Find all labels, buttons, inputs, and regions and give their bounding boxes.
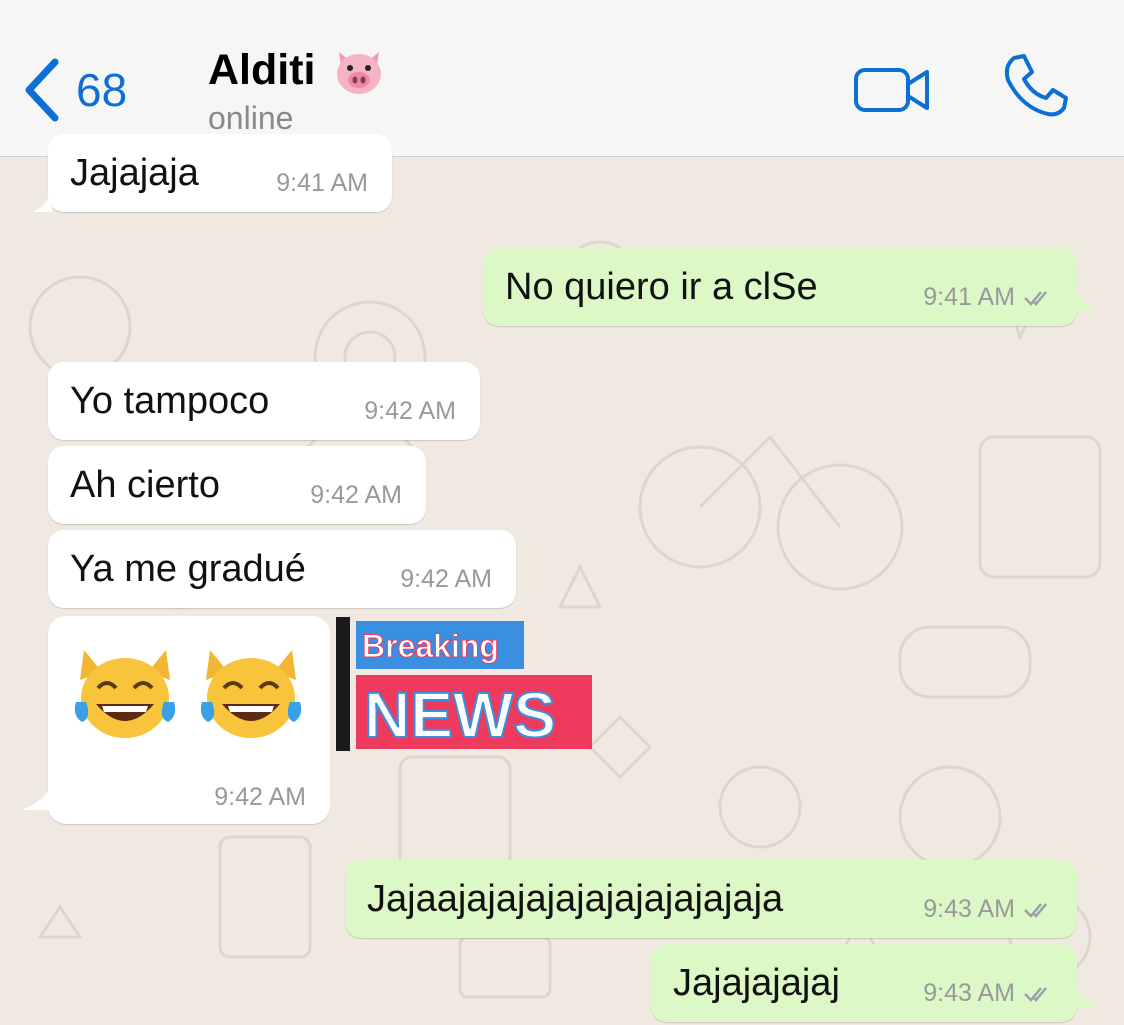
message-time: 9:43 AM	[923, 895, 1015, 923]
bubble-tail	[1075, 288, 1099, 312]
message-text: Yo tampoco	[70, 379, 270, 422]
double-check-icon	[1024, 290, 1047, 306]
message-text: Ah cierto	[70, 463, 220, 506]
sticker-line1: Breaking	[362, 628, 499, 664]
pig-face-icon	[337, 52, 382, 94]
message-text: Jajajaja	[70, 151, 199, 194]
message-time-block: 9:43 AM	[923, 979, 1053, 1008]
video-call-button[interactable]	[853, 66, 931, 119]
message-outgoing[interactable]: Jajajajajaj 9:43 AM	[651, 944, 1099, 1022]
phone-icon	[1004, 54, 1068, 117]
message-incoming[interactable]: Ah cierto 9:42 AM	[48, 446, 426, 524]
contact-status: online	[208, 100, 294, 136]
sticker-line2: NEWS	[364, 679, 556, 751]
message-incoming[interactable]: Ya me gradué 9:42 AM	[48, 530, 516, 608]
bubble-tail	[1075, 984, 1099, 1008]
chevron-left-icon	[25, 58, 59, 122]
bubble-tail	[22, 786, 52, 810]
message-time: 9:42 AM	[364, 397, 456, 425]
message-time: 9:42 AM	[214, 783, 306, 811]
message-time-block: 9:41 AM	[923, 283, 1053, 312]
double-check-icon	[1024, 986, 1047, 1002]
contact-name: Alditi	[208, 45, 316, 94]
message-outgoing[interactable]: Jajaajajajajajajajajajajaja 9:43 AM	[345, 860, 1077, 938]
message-time: 9:42 AM	[400, 565, 492, 593]
breaking-news-sticker[interactable]: Breaking NEWS	[336, 617, 596, 756]
message-text: Jajajajajaj	[673, 961, 840, 1004]
voice-call-button[interactable]	[1000, 52, 1070, 123]
back-button[interactable]: 68	[22, 58, 127, 122]
message-time: 9:41 AM	[276, 169, 368, 197]
breaking-news-graphic: Breaking NEWS	[336, 617, 592, 752]
message-time: 9:41 AM	[923, 283, 1015, 311]
cat-tears-of-joy-icon	[74, 650, 176, 738]
video-camera-icon	[854, 68, 929, 112]
double-check-icon	[1024, 902, 1047, 918]
message-incoming-emoji[interactable]: 9:42 AM	[22, 616, 330, 824]
message-time-block: 9:43 AM	[923, 895, 1053, 924]
message-text: Jajaajajajajajajajajajajaja	[367, 877, 784, 920]
bubble-tail	[32, 192, 52, 212]
message-text: Ya me gradué	[70, 547, 306, 590]
message-time: 9:42 AM	[310, 481, 402, 509]
message-incoming[interactable]: Jajajaja 9:41 AM	[32, 134, 392, 212]
cat-tears-of-joy-icon	[200, 650, 302, 738]
message-incoming[interactable]: Yo tampoco 9:42 AM	[48, 362, 480, 440]
message-time: 9:43 AM	[923, 979, 1015, 1007]
message-outgoing[interactable]: No quiero ir a clSe 9:41 AM	[483, 248, 1099, 326]
message-text: No quiero ir a clSe	[505, 265, 818, 308]
unread-count: 68	[76, 64, 128, 116]
contact-name-block[interactable]: Alditi	[208, 42, 387, 98]
